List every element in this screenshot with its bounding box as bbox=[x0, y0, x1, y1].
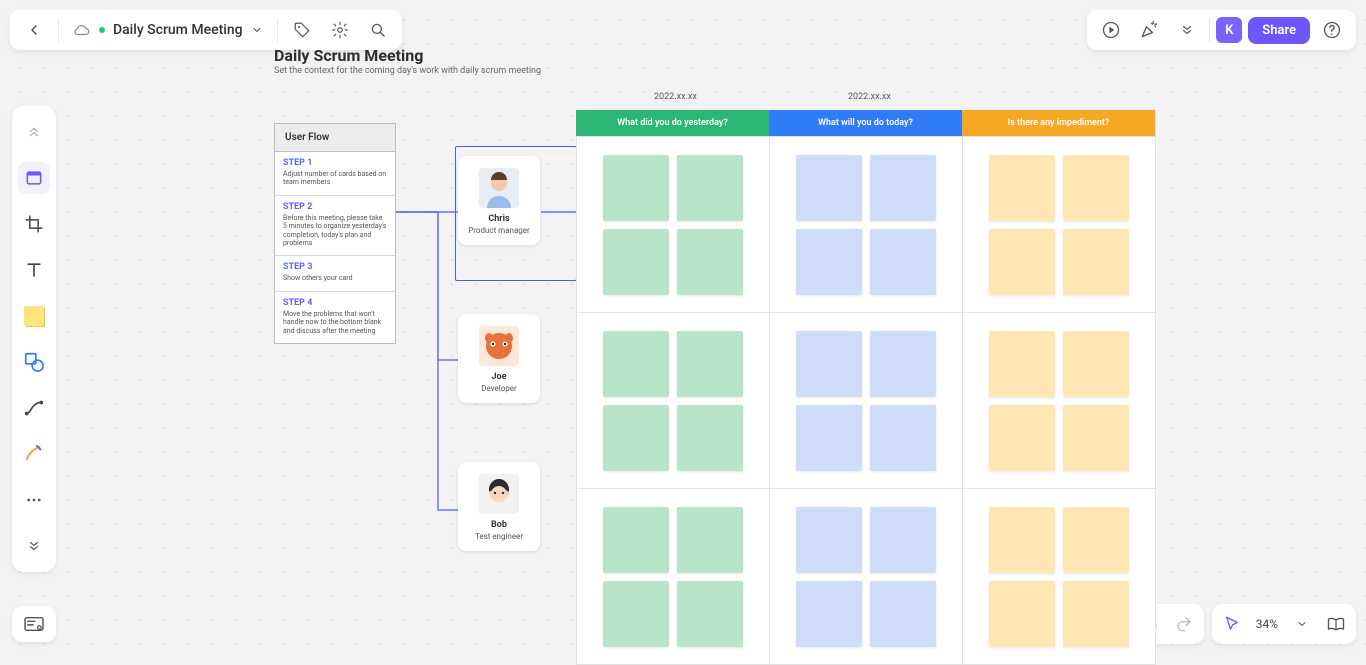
person-name: Joe bbox=[492, 372, 507, 382]
sticky-note[interactable] bbox=[603, 155, 669, 221]
person-name: Chris bbox=[488, 214, 509, 224]
table-body bbox=[576, 136, 1155, 664]
avatar-image bbox=[479, 168, 519, 208]
sticky-note[interactable] bbox=[677, 155, 743, 221]
note-group bbox=[796, 331, 936, 471]
sticky-note[interactable] bbox=[1063, 229, 1129, 295]
sticky-note[interactable] bbox=[603, 405, 669, 471]
sticky-note[interactable] bbox=[677, 331, 743, 397]
note-group bbox=[796, 507, 936, 647]
sticky-note[interactable] bbox=[1063, 331, 1129, 397]
sticky-note[interactable] bbox=[870, 331, 936, 397]
step-desc: Show others your card bbox=[283, 274, 387, 282]
table-header-row: What did you do yesterday? What will you… bbox=[576, 110, 1155, 136]
table-cell[interactable] bbox=[576, 489, 769, 664]
sticky-note[interactable] bbox=[989, 405, 1055, 471]
avatar-image bbox=[479, 474, 519, 514]
person-card[interactable]: Joe Developer bbox=[458, 314, 540, 403]
step-title: STEP 1 bbox=[283, 158, 387, 168]
sticky-note[interactable] bbox=[677, 581, 743, 647]
note-group bbox=[796, 155, 936, 295]
step-desc: Before this meeting, please take 5 minut… bbox=[283, 214, 387, 248]
sticky-note[interactable] bbox=[989, 229, 1055, 295]
sticky-note[interactable] bbox=[870, 581, 936, 647]
table-cell[interactable] bbox=[769, 313, 962, 488]
sticky-note[interactable] bbox=[870, 405, 936, 471]
date-label: 2022.xx.xx bbox=[848, 92, 891, 102]
sticky-note[interactable] bbox=[1063, 507, 1129, 573]
column-header-impediment: Is there any impediment? bbox=[962, 110, 1155, 136]
sticky-note[interactable] bbox=[796, 507, 862, 573]
sticky-note[interactable] bbox=[870, 155, 936, 221]
sticky-note[interactable] bbox=[870, 507, 936, 573]
userflow-step[interactable]: STEP 3 Show others your card bbox=[275, 256, 395, 291]
table-cell[interactable] bbox=[962, 137, 1155, 312]
step-desc: Move the problems that won't handle now … bbox=[283, 310, 387, 335]
table-cell[interactable] bbox=[769, 137, 962, 312]
person-card[interactable]: Chris Product manager bbox=[458, 156, 540, 245]
table-cell[interactable] bbox=[576, 137, 769, 312]
step-title: STEP 2 bbox=[283, 202, 387, 212]
date-label: 2022.xx.xx bbox=[654, 92, 697, 102]
sticky-note[interactable] bbox=[603, 331, 669, 397]
note-group bbox=[603, 331, 743, 471]
table-cell[interactable] bbox=[962, 489, 1155, 664]
note-group bbox=[603, 155, 743, 295]
table-cell[interactable] bbox=[962, 313, 1155, 488]
person-role: Product manager bbox=[468, 226, 530, 235]
sticky-note[interactable] bbox=[796, 229, 862, 295]
sticky-note[interactable] bbox=[796, 405, 862, 471]
note-group bbox=[989, 331, 1129, 471]
sticky-note[interactable] bbox=[677, 507, 743, 573]
sticky-note[interactable] bbox=[603, 581, 669, 647]
userflow-card[interactable]: User Flow STEP 1 Adjust number of cards … bbox=[274, 123, 396, 344]
sticky-note[interactable] bbox=[677, 405, 743, 471]
board-canvas[interactable]: Daily Scrum Meeting Set the context for … bbox=[0, 0, 1366, 658]
table-cell[interactable] bbox=[576, 313, 769, 488]
sticky-note[interactable] bbox=[989, 581, 1055, 647]
table-row bbox=[576, 312, 1155, 488]
column-header-yesterday: What did you do yesterday? bbox=[576, 110, 769, 136]
sticky-note[interactable] bbox=[1063, 155, 1129, 221]
sticky-note[interactable] bbox=[603, 229, 669, 295]
sticky-note[interactable] bbox=[989, 155, 1055, 221]
sticky-note[interactable] bbox=[796, 155, 862, 221]
note-group bbox=[989, 507, 1129, 647]
table-cell[interactable] bbox=[769, 489, 962, 664]
table-row bbox=[576, 488, 1155, 664]
userflow-header: User Flow bbox=[275, 124, 395, 152]
board-heading: Daily Scrum Meeting bbox=[274, 46, 423, 65]
board-subheading: Set the context for the coming day's wor… bbox=[274, 66, 541, 76]
sticky-note[interactable] bbox=[796, 331, 862, 397]
note-group bbox=[989, 155, 1129, 295]
person-name: Bob bbox=[491, 520, 507, 530]
person-role: Test engineer bbox=[475, 532, 523, 541]
sticky-note[interactable] bbox=[796, 581, 862, 647]
userflow-step[interactable]: STEP 2 Before this meeting, please take … bbox=[275, 196, 395, 257]
note-group bbox=[603, 507, 743, 647]
table-row bbox=[576, 136, 1155, 312]
userflow-step[interactable]: STEP 1 Adjust number of cards based on t… bbox=[275, 152, 395, 196]
sticky-note[interactable] bbox=[870, 229, 936, 295]
step-title: STEP 4 bbox=[283, 298, 387, 308]
avatar-image bbox=[479, 326, 519, 366]
step-title: STEP 3 bbox=[283, 262, 387, 272]
sticky-note[interactable] bbox=[677, 229, 743, 295]
person-card[interactable]: Bob Test engineer bbox=[458, 462, 540, 551]
step-desc: Adjust number of cards based on team mem… bbox=[283, 170, 387, 187]
scrum-table[interactable]: What did you do yesterday? What will you… bbox=[576, 110, 1156, 665]
sticky-note[interactable] bbox=[989, 507, 1055, 573]
userflow-step[interactable]: STEP 4 Move the problems that won't hand… bbox=[275, 292, 395, 343]
sticky-note[interactable] bbox=[1063, 581, 1129, 647]
sticky-note[interactable] bbox=[989, 331, 1055, 397]
person-role: Developer bbox=[481, 384, 516, 393]
sticky-note[interactable] bbox=[1063, 405, 1129, 471]
column-header-today: What will you do today? bbox=[769, 110, 962, 136]
sticky-note[interactable] bbox=[603, 507, 669, 573]
